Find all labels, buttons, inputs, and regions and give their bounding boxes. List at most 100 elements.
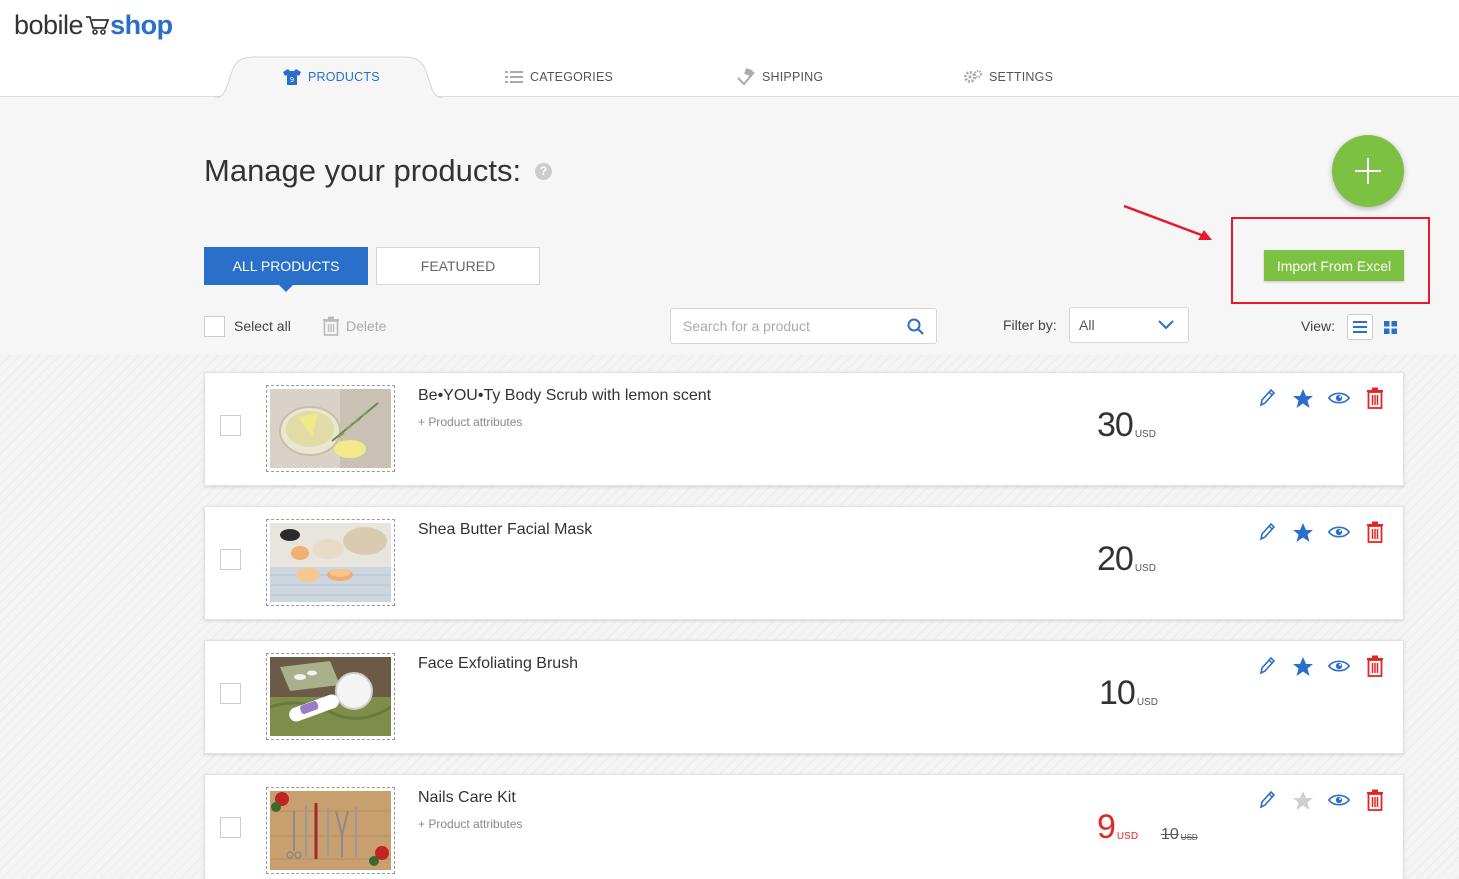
tab-shipping-label: SHIPPING [762,69,824,84]
price-value: 20 [1097,540,1134,578]
product-card[interactable]: Be•YOU•Ty Body Scrub with lemon scent + … [204,372,1404,486]
filter-select[interactable]: All [1069,307,1189,343]
filter-select-value: All [1079,317,1095,333]
cart-icon [86,16,110,35]
trash-icon [323,316,339,336]
star-icon [1293,656,1313,676]
tab-shipping[interactable]: SHIPPING [736,56,823,97]
product-image [270,523,391,602]
feature-button[interactable] [1292,655,1314,677]
edit-button[interactable] [1256,655,1278,677]
grid-view-toggle[interactable] [1378,314,1402,340]
edit-button[interactable] [1256,789,1278,811]
pencil-icon [1259,388,1276,407]
eye-icon [1328,660,1350,672]
tab-settings-label: SETTINGS [989,69,1054,84]
trash-icon [1367,789,1383,811]
select-all-control[interactable]: Select all [204,308,291,344]
delete-button[interactable] [1364,789,1386,811]
product-attributes-link[interactable]: + Product attributes [418,817,522,831]
shipping-icon [737,67,755,85]
grid-view-icon [1383,320,1397,334]
product-thumbnail[interactable] [266,787,395,874]
view-label: View: [1301,318,1335,334]
logo[interactable]: bobile shop [14,8,173,42]
list-icon [505,70,523,83]
delete-selected-button[interactable]: Delete [322,308,386,344]
chevron-down-icon [1158,320,1174,330]
product-sale-price: 9 USD [1097,810,1138,844]
product-original-price: 10 USD [1161,827,1198,843]
gear-icon [964,69,982,83]
product-name[interactable]: Nails Care Kit [418,789,516,807]
import-from-excel-button[interactable]: Import From Excel [1264,250,1404,281]
original-price-value: 10 [1161,826,1179,843]
product-price: 30 USD [1097,408,1156,442]
product-card[interactable]: Nails Care Kit + Product attributes 9 US… [204,774,1404,879]
tab-categories[interactable]: CATEGORIES [504,56,613,97]
product-card[interactable]: Face Exfoliating Brush 10 USD [204,640,1404,754]
product-actions [1256,789,1386,811]
preview-button[interactable] [1328,521,1350,543]
feature-button[interactable] [1292,789,1314,811]
feature-button[interactable] [1292,521,1314,543]
star-outline-icon [1293,790,1313,810]
eye-icon [1328,794,1350,806]
product-card[interactable]: Shea Butter Facial Mask 20 USD [204,506,1404,620]
price-currency: USD [1136,697,1158,708]
preview-button[interactable] [1328,655,1350,677]
star-icon [1293,522,1313,542]
tab-products[interactable]: 9 PRODUCTS [282,56,380,97]
product-name[interactable]: Face Exfoliating Brush [418,655,578,673]
eye-icon [1328,526,1350,538]
product-search [670,308,937,344]
tab-categories-label: CATEGORIES [530,69,614,84]
delete-label: Delete [346,318,387,334]
product-image [270,791,391,870]
search-input[interactable] [671,309,901,343]
delete-button[interactable] [1364,387,1386,409]
trash-icon [1367,521,1383,543]
filter-label: Filter by: [1003,317,1057,333]
product-image [270,389,391,468]
tab-settings[interactable]: SETTINGS [963,56,1053,97]
product-actions [1256,521,1386,543]
select-all-checkbox[interactable] [204,315,225,337]
annotation-arrow [1123,204,1212,240]
delete-button[interactable] [1364,655,1386,677]
tab-featured[interactable]: FEATURED [376,247,540,285]
tab-products-label: PRODUCTS [308,69,380,84]
delete-button[interactable] [1364,521,1386,543]
search-icon[interactable] [907,318,924,335]
star-icon [1293,388,1313,408]
preview-button[interactable] [1328,387,1350,409]
product-checkbox[interactable] [220,683,241,704]
active-segment-pointer [278,284,294,292]
product-price: 10 USD [1099,676,1158,710]
feature-button[interactable] [1292,387,1314,409]
shirt-icon: 9 [283,68,301,85]
product-checkbox[interactable] [220,817,241,838]
product-thumbnail[interactable] [266,385,395,472]
add-product-button[interactable] [1332,135,1404,207]
product-thumbnail[interactable] [266,653,395,740]
list-view-toggle[interactable] [1347,314,1373,340]
price-currency: USD [1134,563,1156,574]
edit-button[interactable] [1256,387,1278,409]
price-currency: USD [1134,429,1156,440]
pencil-icon [1259,522,1276,541]
product-name[interactable]: Be•YOU•Ty Body Scrub with lemon scent [418,387,711,405]
product-thumbnail[interactable] [266,519,395,606]
product-attributes-link[interactable]: + Product attributes [418,415,522,429]
preview-button[interactable] [1328,789,1350,811]
trash-icon [1367,387,1383,409]
eye-icon [1328,392,1350,404]
help-icon[interactable]: ? [535,162,553,180]
logo-text-shop: shop [110,9,173,40]
sale-price-value: 9 [1097,808,1116,846]
product-name[interactable]: Shea Butter Facial Mask [418,521,592,539]
edit-button[interactable] [1256,521,1278,543]
tab-all-products[interactable]: ALL PRODUCTS [204,247,368,285]
product-checkbox[interactable] [220,549,241,570]
product-checkbox[interactable] [220,415,241,436]
